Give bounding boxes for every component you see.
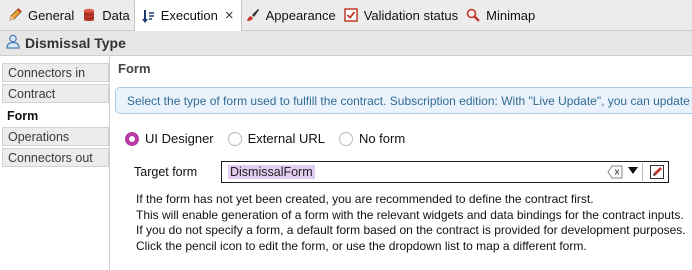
sidebar-item-label: Form [7, 108, 39, 123]
close-icon[interactable]: × [225, 8, 234, 23]
sidebar-item-connectors-out[interactable]: Connectors out [2, 148, 109, 167]
help-line: If the form has not yet been created, yo… [136, 192, 594, 206]
execution-icon [140, 8, 156, 24]
field-divider [642, 163, 643, 181]
radio-external-url[interactable]: External URL [227, 131, 325, 146]
form-type-radio-group: UI Designer External URL No form [125, 131, 419, 146]
tab-label: Minimap [486, 7, 536, 23]
radio-indicator[interactable] [227, 131, 242, 146]
sidebar-item-label: Operations [8, 129, 70, 144]
info-text: Select the type of form used to fulfill … [127, 93, 690, 108]
radio-ui-designer[interactable]: UI Designer [125, 131, 214, 146]
tab-minimap[interactable]: Minimap [462, 0, 539, 31]
tab-data[interactable]: Data [78, 0, 133, 31]
tab-label: Validation status [363, 7, 459, 23]
sidebar-item-label: Connectors in [8, 65, 86, 80]
chevron-down-icon[interactable] [628, 167, 638, 174]
sidebar-item-label: Contract [8, 86, 56, 101]
target-form-combo[interactable]: DismissalForm [221, 161, 669, 183]
paint-icon [245, 7, 261, 23]
tab-label: General [28, 7, 75, 23]
pencil-icon [7, 7, 23, 23]
user-icon [6, 34, 20, 52]
radio-label: UI Designer [145, 131, 214, 146]
tab-appearance[interactable]: Appearance [242, 0, 340, 31]
radio-label: No form [358, 131, 406, 146]
radio-indicator[interactable] [338, 131, 353, 146]
help-line: This will enable generation of a form wi… [136, 207, 684, 222]
tab-execution[interactable]: Execution × [133, 0, 242, 32]
sidebar: Connectors in Contract Form Operations C… [0, 56, 110, 270]
radio-no-form[interactable]: No form [338, 131, 406, 146]
tab-label: Data [102, 7, 130, 23]
help-line: If you do not specify a form, a default … [136, 223, 686, 237]
checkbox-icon [343, 7, 359, 23]
tab-validation-status[interactable]: Validation status [340, 0, 462, 31]
tab-general[interactable]: General [4, 0, 78, 31]
sidebar-item-connectors-in[interactable]: Connectors in [2, 63, 109, 82]
editor-tab-bar: General Data Execution × Appearance Vali… [0, 0, 692, 32]
database-icon [81, 7, 97, 23]
radio-label: External URL [247, 131, 325, 146]
target-form-label: Target form [134, 165, 198, 179]
sidebar-item-operations[interactable]: Operations [2, 127, 109, 146]
element-header: Dismissal Type [0, 31, 692, 56]
edit-pencil-icon[interactable] [649, 164, 665, 180]
sidebar-item-form[interactable]: Form [2, 106, 109, 125]
info-message: Select the type of form used to fulfill … [115, 87, 692, 114]
tab-label: Execution [160, 8, 218, 23]
sidebar-item-contract[interactable]: Contract [2, 84, 109, 103]
help-text: If the form has not yet been created, yo… [136, 192, 686, 254]
target-form-value[interactable]: DismissalForm [228, 165, 315, 179]
help-line: Click the pencil icon to edit the form, … [136, 238, 587, 253]
magnifier-icon [465, 7, 481, 23]
form-panel: Form Select the type of form used to ful… [111, 56, 692, 270]
sidebar-item-label: Connectors out [8, 150, 93, 165]
element-title: Dismissal Type [25, 35, 126, 51]
panel-title: Form [118, 61, 151, 76]
clear-icon[interactable] [607, 165, 623, 179]
tab-label: Appearance [265, 7, 336, 23]
radio-selected-indicator[interactable] [125, 131, 139, 146]
